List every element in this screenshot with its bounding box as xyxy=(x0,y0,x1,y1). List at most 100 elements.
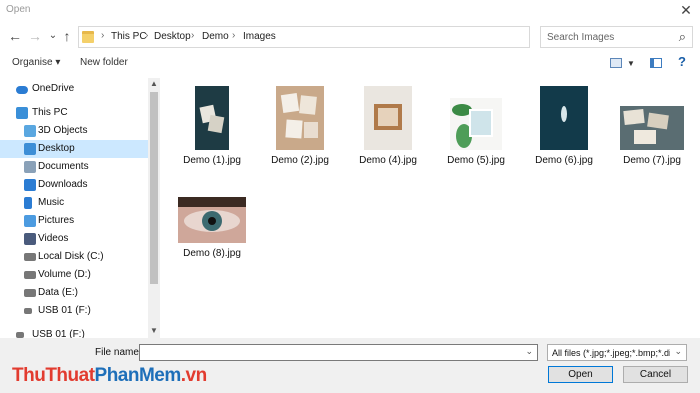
sidebar-item-label: Downloads xyxy=(38,179,88,190)
sidebar-item-onedrive[interactable]: OneDrive xyxy=(0,80,148,98)
watermark-text: .vn xyxy=(180,365,207,386)
search-icon: ⌕ xyxy=(678,29,686,44)
sidebar-item-desktop[interactable]: Desktop xyxy=(0,140,148,158)
drive-icon xyxy=(24,289,36,297)
file-name: Demo (2).jpg xyxy=(271,155,329,166)
video-icon xyxy=(24,233,36,245)
sidebar-item-label: Desktop xyxy=(38,143,75,154)
image-thumbnail xyxy=(450,98,502,150)
computer-icon xyxy=(16,107,28,119)
breadcrumb-separator: › xyxy=(232,30,236,41)
file-item[interactable]: Demo (6).jpg xyxy=(524,80,604,172)
scroll-down-icon[interactable]: ▼ xyxy=(149,326,159,335)
breadcrumb-demo[interactable]: Demo xyxy=(202,31,229,42)
usb-drive-icon xyxy=(24,308,32,314)
sidebar-item-label: Videos xyxy=(38,233,69,244)
sidebar-item-label: USB 01 (F:) xyxy=(38,305,91,316)
back-arrow-icon[interactable]: ← xyxy=(6,27,24,45)
sidebar-item-downloads[interactable]: Downloads xyxy=(0,176,148,194)
watermark-text: PhanMem xyxy=(94,365,182,386)
sidebar-item-usb-f[interactable]: USB 01 (F:) xyxy=(0,302,148,320)
file-item[interactable]: Demo (5).jpg xyxy=(436,80,516,172)
desktop-icon xyxy=(24,143,36,155)
file-item[interactable]: Demo (7).jpg xyxy=(612,80,692,172)
breadcrumb-images[interactable]: Images xyxy=(243,31,276,42)
sidebar-item-label: This PC xyxy=(32,107,68,118)
file-name: Demo (5).jpg xyxy=(447,155,505,166)
image-thumbnail xyxy=(620,106,684,150)
view-options-chevron-icon[interactable]: ▼ xyxy=(627,59,635,68)
sidebar-item-label: Pictures xyxy=(38,215,75,226)
scrollbar-thumb[interactable] xyxy=(150,92,158,284)
sidebar-item-label: Music xyxy=(38,197,65,208)
sidebar-item-volume-d[interactable]: Volume (D:) xyxy=(0,266,148,284)
new-folder-button[interactable]: New folder xyxy=(80,57,128,68)
help-icon[interactable]: ? xyxy=(678,54,686,69)
file-type-dropdown-icon[interactable]: ⌄ xyxy=(674,346,682,357)
pictures-icon xyxy=(24,215,36,227)
sidebar-item-this-pc[interactable]: This PC xyxy=(0,104,148,122)
sidebar-scrollbar[interactable]: ▲ ▼ xyxy=(148,78,160,338)
image-thumbnail xyxy=(540,86,588,150)
music-icon xyxy=(24,197,32,209)
sidebar-item-videos[interactable]: Videos xyxy=(0,230,148,248)
drive-icon xyxy=(24,271,36,279)
sidebar-item-pictures[interactable]: Pictures xyxy=(0,212,148,230)
sidebar-item-local-disk-c[interactable]: Local Disk (C:) xyxy=(0,248,148,266)
title-bar: Open ✕ xyxy=(0,0,700,22)
sidebar-item-label: Local Disk (C:) xyxy=(38,251,104,262)
download-icon xyxy=(24,179,36,191)
search-input[interactable]: Search Images xyxy=(547,32,614,43)
change-view-icon[interactable] xyxy=(610,58,622,68)
file-type-select[interactable]: All files (*.jpg;*.jpeg;*.bmp;*.dil ⌄ xyxy=(547,344,687,361)
file-item[interactable]: Demo (1).jpg xyxy=(172,80,252,172)
folder-icon xyxy=(82,31,94,43)
image-thumbnail xyxy=(364,86,412,150)
scroll-up-icon[interactable]: ▲ xyxy=(149,79,159,88)
close-icon[interactable]: ✕ xyxy=(678,2,694,18)
preview-pane-icon[interactable] xyxy=(650,58,662,68)
file-name-label: File name: xyxy=(95,347,142,358)
file-list: Demo (1).jpg Demo (2).jpg Demo (4).jpg D… xyxy=(160,78,700,338)
command-bar: Organise ▾ New folder ▼ ? xyxy=(0,54,700,74)
sidebar-item-3d-objects[interactable]: 3D Objects xyxy=(0,122,148,140)
open-button[interactable]: Open xyxy=(548,366,613,383)
watermark: ThuThuatPhanMem.vn xyxy=(12,365,207,387)
sidebar-item-data-e[interactable]: Data (E:) xyxy=(0,284,148,302)
breadcrumb-separator: › xyxy=(191,30,195,41)
image-thumbnail xyxy=(276,86,324,150)
watermark-text: ThuThuat xyxy=(12,365,95,386)
sidebar-item-label: 3D Objects xyxy=(38,125,88,136)
drive-icon xyxy=(24,253,36,261)
sidebar-item-label: Volume (D:) xyxy=(38,269,91,280)
file-name: Demo (4).jpg xyxy=(359,155,417,166)
file-name: Demo (8).jpg xyxy=(183,248,241,259)
up-arrow-icon[interactable]: ↑ xyxy=(58,27,76,45)
sidebar-item-label: Data (E:) xyxy=(38,287,79,298)
breadcrumb-desktop[interactable]: Desktop xyxy=(154,31,191,42)
address-bar[interactable]: › This PC › Desktop › Demo › Images ⌄ ⟳ xyxy=(78,26,604,48)
cloud-icon xyxy=(16,86,28,94)
file-name: Demo (7).jpg xyxy=(623,155,681,166)
sidebar-item-label: OneDrive xyxy=(32,83,75,94)
window-title: Open xyxy=(6,4,31,15)
document-icon xyxy=(24,161,36,173)
sidebar-item-documents[interactable]: Documents xyxy=(0,158,148,176)
image-thumbnail xyxy=(195,86,229,150)
cancel-button[interactable]: Cancel xyxy=(623,366,688,383)
file-type-value: All files (*.jpg;*.jpeg;*.bmp;*.dil xyxy=(552,348,670,358)
file-item[interactable]: Demo (4).jpg xyxy=(348,80,428,172)
sidebar-item-label: Documents xyxy=(38,161,89,172)
search-box[interactable]: Search Images ⌕ xyxy=(540,26,693,48)
breadcrumb-separator: › xyxy=(145,30,149,41)
sidebar-item-music[interactable]: Music xyxy=(0,194,148,212)
breadcrumb-separator: › xyxy=(101,30,105,41)
forward-arrow-icon[interactable]: → xyxy=(26,27,44,45)
organise-button[interactable]: Organise ▾ xyxy=(12,57,60,68)
breadcrumb-this-pc[interactable]: This PC xyxy=(111,31,147,42)
file-name-input[interactable]: ⌄ xyxy=(139,344,538,361)
file-name-dropdown-icon[interactable]: ⌄ xyxy=(525,346,533,357)
file-item[interactable]: Demo (8).jpg xyxy=(172,173,252,265)
image-thumbnail xyxy=(178,197,246,243)
file-item[interactable]: Demo (2).jpg xyxy=(260,80,340,172)
